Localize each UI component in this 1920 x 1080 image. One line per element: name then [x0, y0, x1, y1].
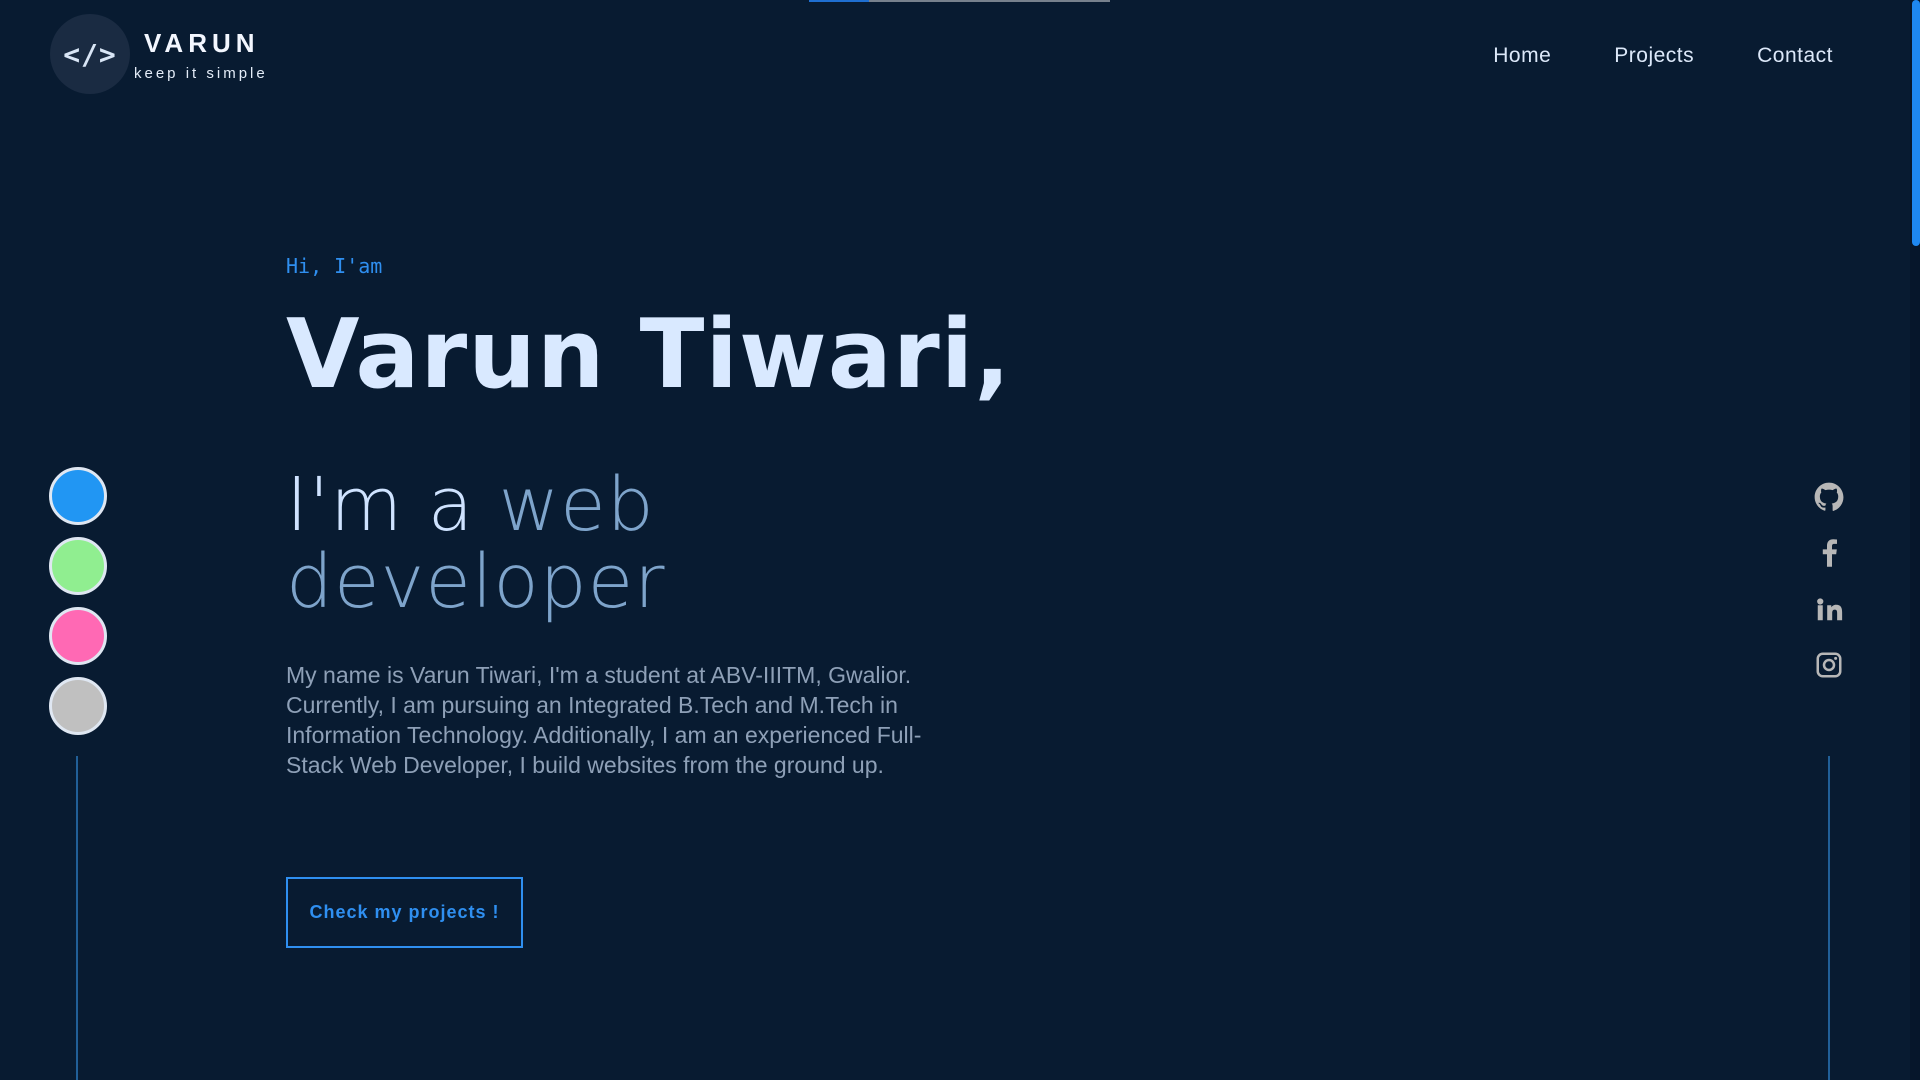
page-scrollbar[interactable] [1910, 0, 1920, 1080]
hero-greeting: Hi, I'am [286, 254, 383, 278]
brand-text: VARUN keep it simple [134, 30, 268, 81]
nav-contact-link[interactable]: Contact [1757, 44, 1833, 68]
theme-green-swatch[interactable] [49, 537, 107, 595]
top-scroll-progress-fill [809, 0, 870, 2]
brand-tagline: keep it simple [134, 64, 268, 82]
nav-home-link[interactable]: Home [1493, 44, 1551, 68]
check-projects-button[interactable]: Check my projects ! [286, 877, 523, 949]
theme-gray-swatch[interactable] [49, 677, 107, 735]
instagram-icon[interactable] [1814, 650, 1844, 680]
theme-color-swatches [49, 467, 107, 735]
top-scroll-progress [809, 0, 1110, 2]
code-logo-icon: </> [50, 14, 130, 94]
theme-blue-swatch[interactable] [49, 467, 107, 525]
social-links [1810, 482, 1848, 680]
primary-navigation: Home Projects Contact [1493, 44, 1833, 68]
brand-home-link[interactable]: </> VARUN keep it simple [50, 14, 268, 94]
left-decorative-line [76, 756, 78, 1080]
hero-role: I'm a web developer [286, 466, 1046, 622]
hero-section: Hi, I'am Varun Tiwari, I'm a web develop… [286, 254, 1046, 949]
theme-pink-swatch[interactable] [49, 607, 107, 665]
right-decorative-line [1828, 756, 1830, 1080]
facebook-icon[interactable] [1814, 538, 1844, 568]
github-icon[interactable] [1814, 482, 1844, 512]
brand-name: VARUN [144, 27, 260, 58]
logo-text: </> [63, 37, 117, 71]
linkedin-icon[interactable] [1814, 594, 1844, 624]
nav-projects-link[interactable]: Projects [1614, 44, 1694, 68]
portfolio-page: </> VARUN keep it simple Home Projects C… [0, 0, 1920, 1080]
hero-description: My name is Varun Tiwari, I'm a student a… [286, 662, 922, 779]
hero-role-prefix: I'm a [286, 461, 499, 548]
scrollbar-thumb[interactable] [1912, 0, 1920, 246]
hero-name: Varun Tiwari, [286, 300, 1012, 410]
